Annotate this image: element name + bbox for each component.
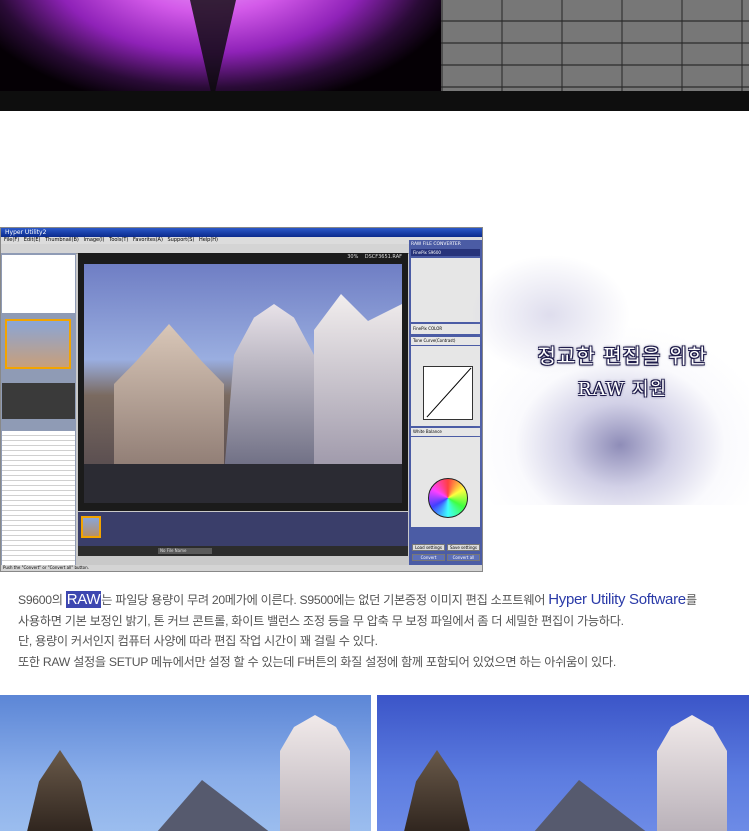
menu-support[interactable]: Support(S)	[168, 237, 195, 243]
viewer-filename: DSCF3651.RAF	[364, 254, 402, 260]
top-photo-strip	[0, 0, 749, 111]
left-panel	[1, 253, 76, 565]
image-viewer[interactable]: 30% DSCF3651.RAF	[78, 253, 408, 511]
color-wheel[interactable]	[428, 478, 468, 518]
save-settings-button[interactable]: Save settings	[447, 544, 480, 551]
menu-file[interactable]: File(F)	[4, 237, 19, 243]
menu-favorites[interactable]: Favorites(A)	[133, 237, 163, 243]
navigator-preview	[5, 319, 71, 369]
comparison-photo-right	[377, 695, 749, 831]
thumbnail-strip	[78, 512, 408, 546]
folder-tree[interactable]	[2, 255, 75, 313]
image-info-table	[2, 431, 75, 565]
menu-help[interactable]: Help(H)	[199, 237, 218, 243]
status-bar: Push the "Convert" or "Convert all" butt…	[1, 565, 482, 571]
paragraph-line-4: 또한 RAW 설정을 SETUP 메뉴에서만 설정 할 수 있는데 F버튼의 화…	[18, 654, 616, 669]
tone-curve-graph[interactable]	[423, 366, 473, 420]
view-bar: No File Name	[78, 546, 408, 556]
convert-all-button[interactable]: Convert all	[447, 554, 480, 561]
light-painting-photo	[0, 0, 441, 91]
convert-button[interactable]: Convert	[412, 554, 445, 561]
thumbnail-selected[interactable]	[81, 516, 101, 538]
software-name: Hyper Utility Software	[548, 591, 686, 608]
raw-highlight: RAW	[65, 591, 102, 608]
headline-line2: RAW 지원	[577, 379, 668, 400]
app-title-bar: Hyper Utility2	[1, 228, 482, 237]
menu-thumbnail[interactable]: Thumbnail(B)	[45, 237, 79, 243]
paragraph-line-3: 단, 용량이 커서인지 컴퓨터 사양에 따라 편집 작업 시간이 꽤 걸릴 수 …	[18, 634, 378, 648]
headline-line1: 정교한 편집을 위한	[537, 344, 708, 368]
histogram	[2, 383, 75, 419]
view-select[interactable]: No File Name	[158, 548, 212, 554]
brick-pavement-photo	[441, 0, 749, 91]
castle-photo	[84, 264, 402, 503]
menu-tools[interactable]: Tools(T)	[109, 237, 128, 243]
paragraph-line-2: 사용하면 기본 보정인 밝기, 톤 커브 콘트롤, 화이트 밸런스 조정 등을 …	[18, 613, 624, 628]
load-settings-button[interactable]: Load settings	[412, 544, 445, 551]
zoom-level: 30%	[347, 254, 359, 260]
paragraph-line-1: S9600의 RAW는 파일당 용량이 무려 20메가에 이른다. S9500에…	[18, 591, 697, 608]
menu-edit[interactable]: Edit(E)	[24, 237, 41, 243]
raw-converter-title: RAW FILE CONVERTER	[411, 242, 461, 247]
menu-image[interactable]: Image(I)	[83, 237, 104, 243]
article-paragraph: S9600의 RAW는 파일당 용량이 무려 20메가에 이른다. S9500에…	[18, 590, 738, 672]
comparison-photo-left	[0, 695, 371, 831]
hyper-utility-screenshot: Hyper Utility2 File(F) Edit(E) Thumbnail…	[0, 227, 483, 572]
